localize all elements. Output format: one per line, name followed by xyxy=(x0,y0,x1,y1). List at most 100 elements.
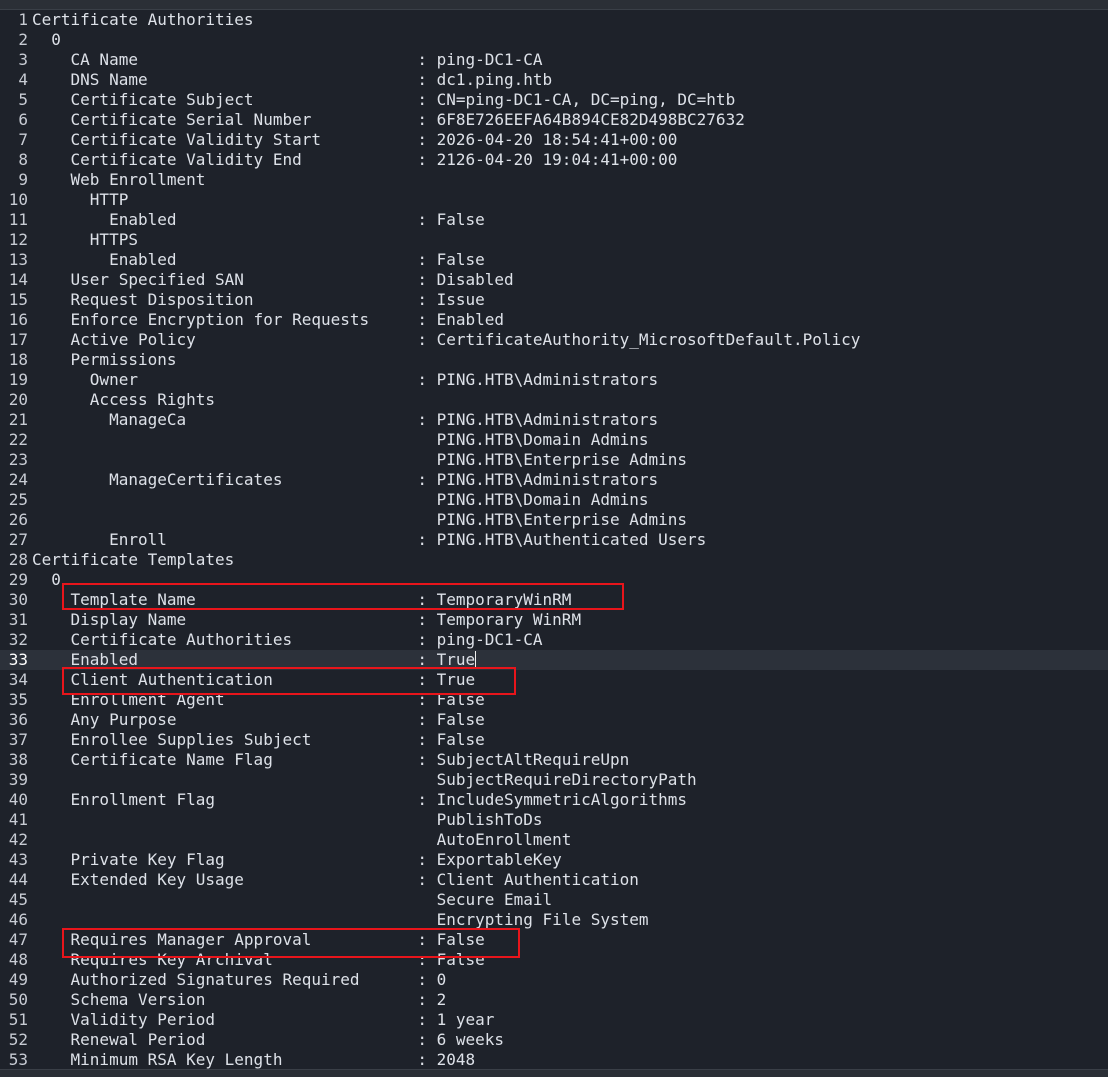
editor-line[interactable]: 23 PING.HTB\Enterprise Admins xyxy=(0,450,1108,470)
editor-line[interactable]: 6 Certificate Serial Number : 6F8E726EEF… xyxy=(0,110,1108,130)
line-text[interactable]: Certificate Name Flag : SubjectAltRequir… xyxy=(32,750,630,770)
line-text[interactable]: PING.HTB\Enterprise Admins xyxy=(32,450,687,470)
editor-line[interactable]: 27 Enroll : PING.HTB\Authenticated Users xyxy=(0,530,1108,550)
line-text[interactable]: 0 xyxy=(32,570,61,590)
line-text[interactable]: User Specified SAN : Disabled xyxy=(32,270,514,290)
editor-line[interactable]: 53 Minimum RSA Key Length : 2048 xyxy=(0,1050,1108,1070)
editor-line[interactable]: 31 Display Name : Temporary WinRM xyxy=(0,610,1108,630)
line-text[interactable]: Extended Key Usage : Client Authenticati… xyxy=(32,870,639,890)
line-text[interactable]: Request Disposition : Issue xyxy=(32,290,485,310)
editor-line[interactable]: 14 User Specified SAN : Disabled xyxy=(0,270,1108,290)
editor-line[interactable]: 37 Enrollee Supplies Subject : False xyxy=(0,730,1108,750)
line-text[interactable]: Authorized Signatures Required : 0 xyxy=(32,970,447,990)
line-text[interactable]: PING.HTB\Enterprise Admins xyxy=(32,510,687,530)
editor-line[interactable]: 20 Access Rights xyxy=(0,390,1108,410)
editor-line[interactable]: 38 Certificate Name Flag : SubjectAltReq… xyxy=(0,750,1108,770)
line-text[interactable]: HTTP xyxy=(32,190,129,210)
line-text[interactable]: Certificate Templates xyxy=(32,550,234,570)
line-text[interactable]: Enroll : PING.HTB\Authenticated Users xyxy=(32,530,706,550)
line-text[interactable]: Certificate Subject : CN=ping-DC1-CA, DC… xyxy=(32,90,736,110)
editor-line[interactable]: 49 Authorized Signatures Required : 0 xyxy=(0,970,1108,990)
editor-line[interactable]: 34 Client Authentication : True xyxy=(0,670,1108,690)
line-text[interactable]: Enrollment Agent : False xyxy=(32,690,485,710)
line-text[interactable]: Any Purpose : False xyxy=(32,710,485,730)
line-text[interactable]: Encrypting File System xyxy=(32,910,649,930)
editor-line[interactable]: 48 Requires Key Archival : False xyxy=(0,950,1108,970)
editor-line[interactable]: 30 Template Name : TemporaryWinRM xyxy=(0,590,1108,610)
editor-line[interactable]: 33 Enabled : True xyxy=(0,650,1108,670)
editor-line[interactable]: 47 Requires Manager Approval : False xyxy=(0,930,1108,950)
editor-line[interactable]: 5 Certificate Subject : CN=ping-DC1-CA, … xyxy=(0,90,1108,110)
editor-line[interactable]: 9 Web Enrollment xyxy=(0,170,1108,190)
editor-line[interactable]: 16 Enforce Encryption for Requests : Ena… xyxy=(0,310,1108,330)
editor-line[interactable]: 3 CA Name : ping-DC1-CA xyxy=(0,50,1108,70)
line-text[interactable]: Certificate Validity End : 2126-04-20 19… xyxy=(32,150,678,170)
editor-line[interactable]: 17 Active Policy : CertificateAuthority_… xyxy=(0,330,1108,350)
line-text[interactable]: Validity Period : 1 year xyxy=(32,1010,495,1030)
editor-line[interactable]: 11 Enabled : False xyxy=(0,210,1108,230)
editor-line[interactable]: 39 SubjectRequireDirectoryPath xyxy=(0,770,1108,790)
editor-line[interactable]: 13 Enabled : False xyxy=(0,250,1108,270)
editor-line[interactable]: 18 Permissions xyxy=(0,350,1108,370)
line-text[interactable]: SubjectRequireDirectoryPath xyxy=(32,770,697,790)
editor-line[interactable]: 25 PING.HTB\Domain Admins xyxy=(0,490,1108,510)
line-text[interactable]: Active Policy : CertificateAuthority_Mic… xyxy=(32,330,861,350)
editor-line[interactable]: 43 Private Key Flag : ExportableKey xyxy=(0,850,1108,870)
editor-line[interactable]: 12 HTTPS xyxy=(0,230,1108,250)
line-text[interactable]: Certificate Authorities xyxy=(32,10,254,30)
editor-line[interactable]: 8 Certificate Validity End : 2126-04-20 … xyxy=(0,150,1108,170)
line-text[interactable]: Access Rights xyxy=(32,390,215,410)
text-editor[interactable]: 1 Certificate Authorities 2 03 CA Name : p… xyxy=(0,0,1108,1077)
editor-line[interactable]: 35 Enrollment Agent : False xyxy=(0,690,1108,710)
editor-line[interactable]: 32 Certificate Authorities : ping-DC1-CA xyxy=(0,630,1108,650)
line-text[interactable]: PING.HTB\Domain Admins xyxy=(32,430,649,450)
line-text[interactable]: Enrollee Supplies Subject : False xyxy=(32,730,485,750)
editor-line[interactable]: 42 AutoEnrollment xyxy=(0,830,1108,850)
editor-line[interactable]: 44 Extended Key Usage : Client Authentic… xyxy=(0,870,1108,890)
editor-line[interactable]: 50 Schema Version : 2 xyxy=(0,990,1108,1010)
line-text[interactable]: Owner : PING.HTB\Administrators xyxy=(32,370,658,390)
editor-line[interactable]: 26 PING.HTB\Enterprise Admins xyxy=(0,510,1108,530)
line-text[interactable]: AutoEnrollment xyxy=(32,830,572,850)
line-text[interactable]: PublishToDs xyxy=(32,810,543,830)
editor-line[interactable]: 52 Renewal Period : 6 weeks xyxy=(0,1030,1108,1050)
editor-line[interactable]: 4 DNS Name : dc1.ping.htb xyxy=(0,70,1108,90)
line-text[interactable]: Renewal Period : 6 weeks xyxy=(32,1030,504,1050)
line-text[interactable]: Certificate Validity Start : 2026-04-20 … xyxy=(32,130,678,150)
editor-line[interactable]: 2 0 xyxy=(0,30,1108,50)
line-text[interactable]: Permissions xyxy=(32,350,177,370)
line-text[interactable]: Display Name : Temporary WinRM xyxy=(32,610,582,630)
line-text[interactable]: Enrollment Flag : IncludeSymmetricAlgori… xyxy=(32,790,688,810)
line-text[interactable]: Web Enrollment xyxy=(32,170,206,190)
editor-line[interactable]: 15 Request Disposition : Issue xyxy=(0,290,1108,310)
editor-line[interactable]: 45 Secure Email xyxy=(0,890,1108,910)
editor-line[interactable]: 10 HTTP xyxy=(0,190,1108,210)
editor-line[interactable]: 21 ManageCa : PING.HTB\Administrators xyxy=(0,410,1108,430)
editor-line[interactable]: 46 Encrypting File System xyxy=(0,910,1108,930)
line-text[interactable]: Requires Key Archival : False xyxy=(32,950,485,970)
editor-line[interactable]: 41 PublishToDs xyxy=(0,810,1108,830)
line-text[interactable]: Minimum RSA Key Length : 2048 xyxy=(32,1050,476,1070)
line-text[interactable]: Schema Version : 2 xyxy=(32,990,447,1010)
line-text[interactable]: Private Key Flag : ExportableKey xyxy=(32,850,562,870)
editor-line[interactable]: 1 Certificate Authorities xyxy=(0,10,1108,30)
line-text[interactable]: ManageCertificates : PING.HTB\Administra… xyxy=(32,470,658,490)
line-text[interactable]: Client Authentication : True xyxy=(32,670,476,690)
line-text[interactable]: HTTPS xyxy=(32,230,138,250)
line-text[interactable]: 0 xyxy=(32,30,61,50)
editor-line[interactable]: 22 PING.HTB\Domain Admins xyxy=(0,430,1108,450)
line-text[interactable]: Template Name : TemporaryWinRM xyxy=(32,590,572,610)
line-text[interactable]: Enforce Encryption for Requests : Enable… xyxy=(32,310,504,330)
line-text[interactable]: Requires Manager Approval : False xyxy=(32,930,485,950)
editor-line[interactable]: 29 0 xyxy=(0,570,1108,590)
editor-line[interactable]: 51 Validity Period : 1 year xyxy=(0,1010,1108,1030)
editor-line[interactable]: 36 Any Purpose : False xyxy=(0,710,1108,730)
editor-line[interactable]: 40 Enrollment Flag : IncludeSymmetricAlg… xyxy=(0,790,1108,810)
line-text[interactable]: ManageCa : PING.HTB\Administrators xyxy=(32,410,658,430)
editor-line[interactable]: 7 Certificate Validity Start : 2026-04-2… xyxy=(0,130,1108,150)
line-text[interactable]: Secure Email xyxy=(32,890,553,910)
line-text[interactable]: Enabled : False xyxy=(32,250,485,270)
editor-line[interactable]: 28 Certificate Templates xyxy=(0,550,1108,570)
editor-line[interactable]: 24 ManageCertificates : PING.HTB\Adminis… xyxy=(0,470,1108,490)
line-text[interactable]: PING.HTB\Domain Admins xyxy=(32,490,649,510)
